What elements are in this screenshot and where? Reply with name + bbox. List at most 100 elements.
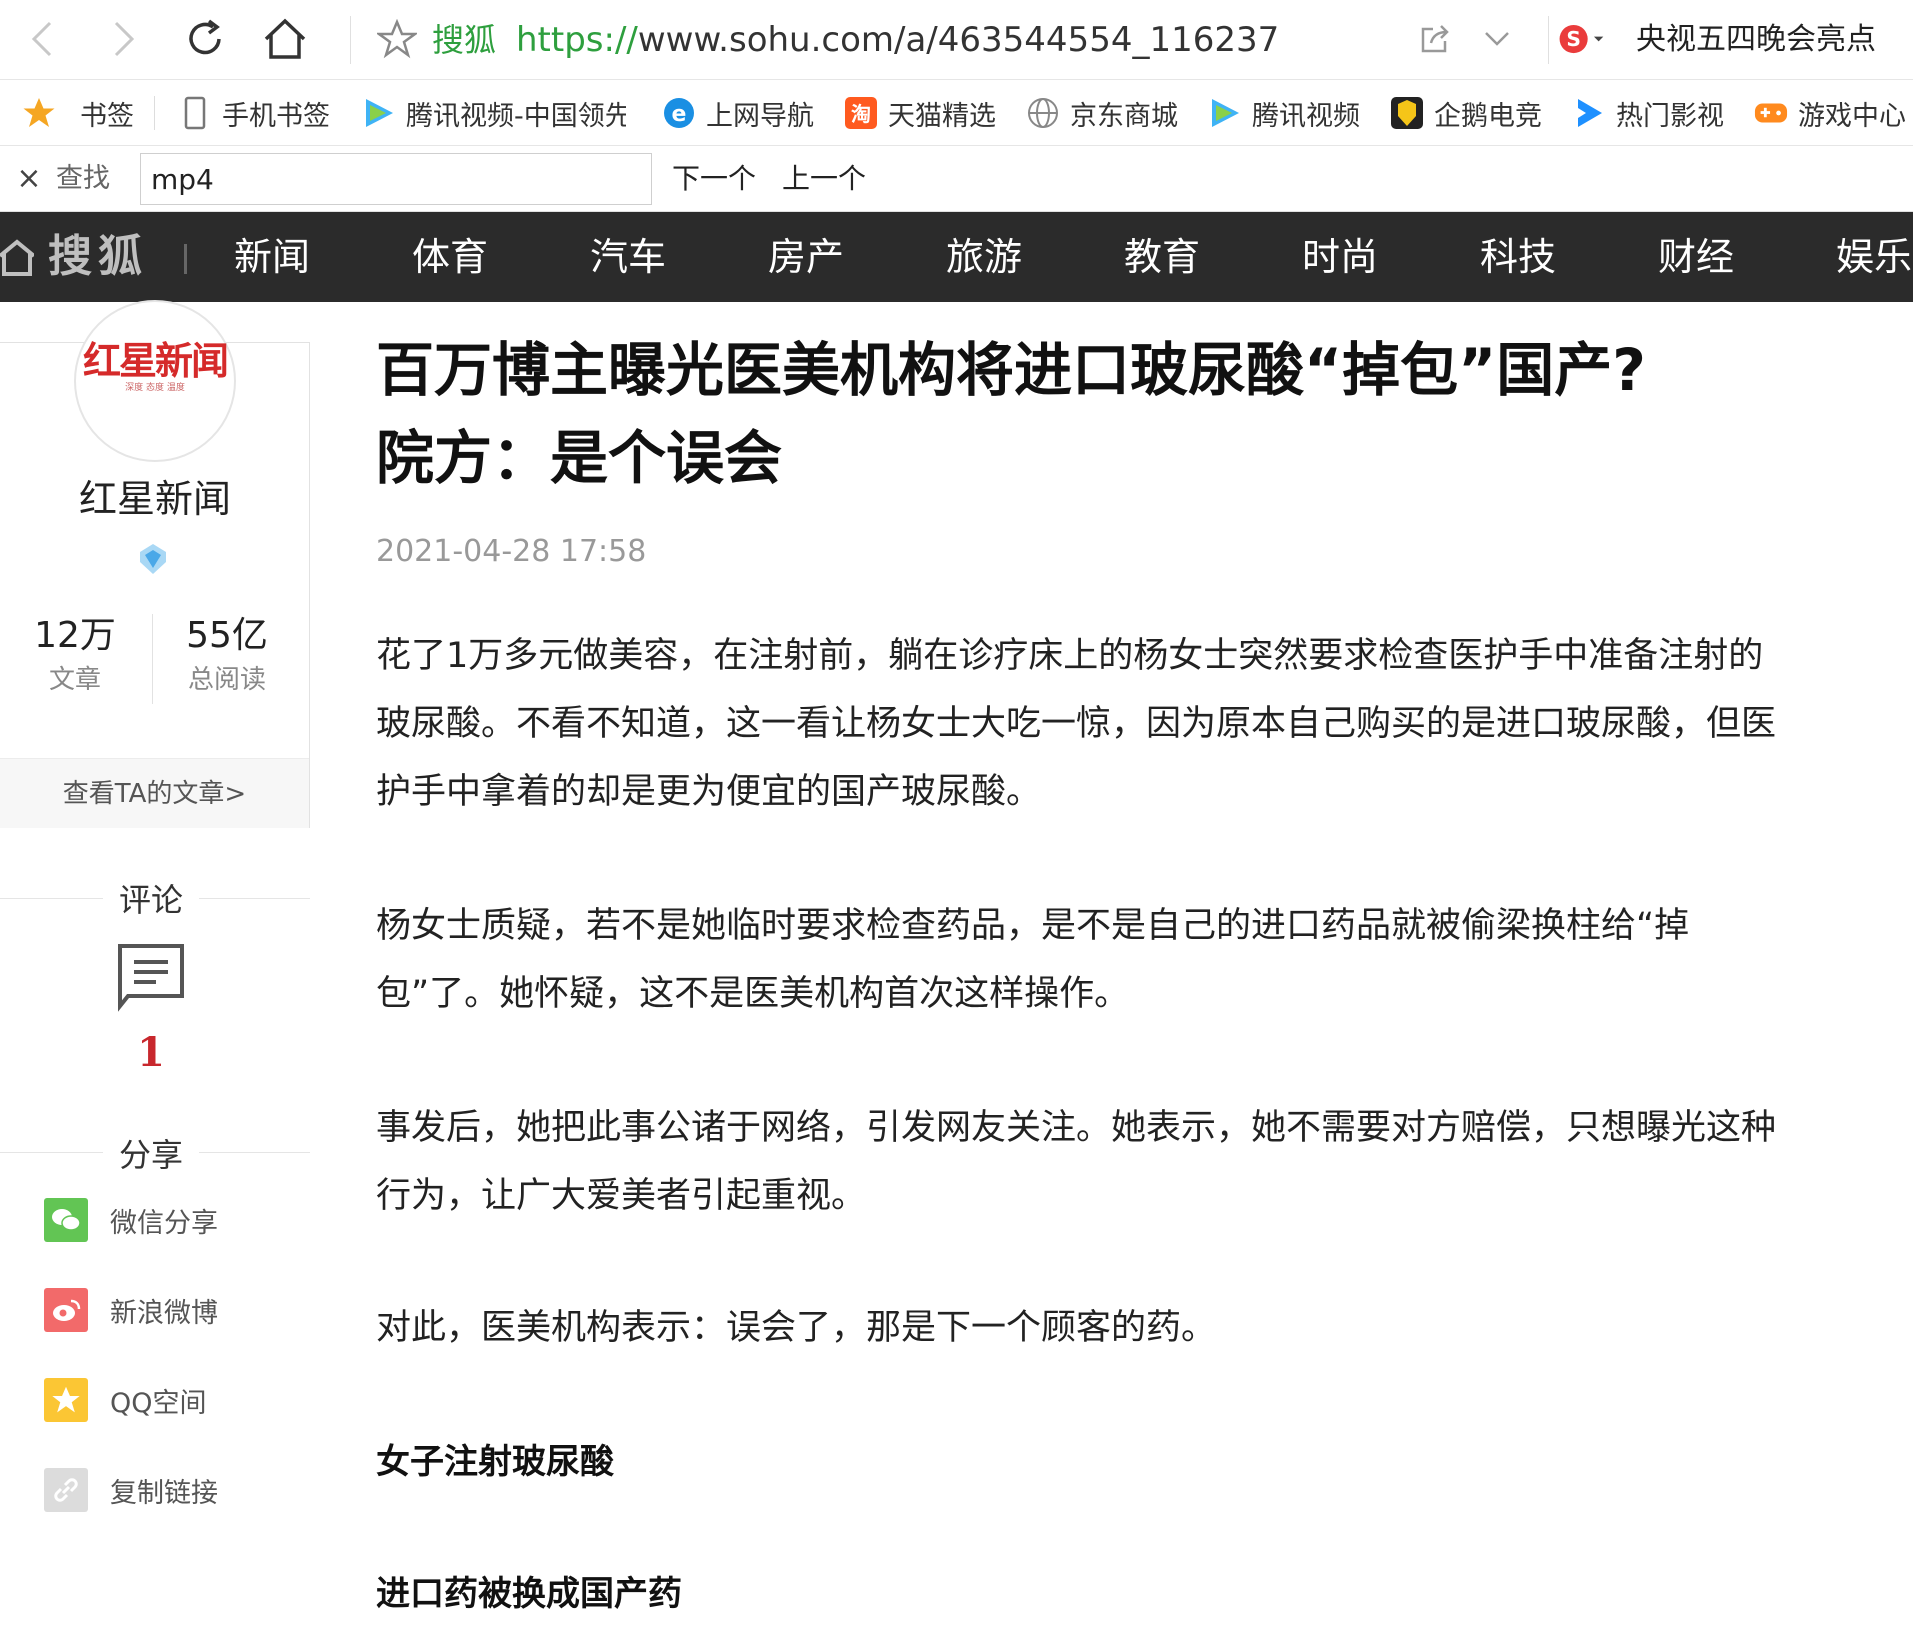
nav-divider (184, 244, 187, 274)
globe-icon (1026, 96, 1060, 130)
penguin-esports-icon (1390, 96, 1424, 130)
bookmark-item[interactable]: 京东商城 (1026, 93, 1178, 133)
bookmark-item[interactable]: 游戏中心 (1754, 93, 1906, 133)
comments-title: 评论 (0, 880, 302, 920)
bookmark-item[interactable]: 企鹅电竞 (1390, 93, 1542, 133)
gamepad-icon (1754, 96, 1788, 130)
bookmark-label: 企鹅电竞 (1434, 100, 1542, 132)
bookmark-label: 天猫精选 (888, 100, 996, 132)
bookmark-separator (154, 96, 155, 130)
nav-item-education[interactable]: 教育 (1124, 232, 1200, 282)
nav-item-realestate[interactable]: 房产 (768, 232, 844, 282)
article-title-line-2: 院方：是个误会 (376, 424, 783, 492)
copy-link-label: 复制链接 (110, 1477, 218, 1509)
nav-item-tech[interactable]: 科技 (1480, 232, 1556, 282)
forward-button[interactable] (98, 14, 148, 64)
sogou-logo-icon: S (1559, 24, 1604, 54)
nav-item-fashion[interactable]: 时尚 (1302, 232, 1378, 282)
toolbar-separator (1548, 16, 1549, 64)
url-protocol: https:// (516, 20, 638, 60)
nav-item-entertainment[interactable]: 娱乐 (1836, 232, 1912, 282)
comment-icon[interactable] (116, 942, 186, 1012)
hot-search-text[interactable]: 央视五四晚会亮点 (1636, 20, 1876, 60)
svg-text:S: S (1566, 27, 1581, 51)
bookmark-item[interactable]: 腾讯视频 (1208, 93, 1360, 133)
find-input[interactable] (140, 153, 652, 205)
bookmark-item[interactable]: 淘 天猫精选 (844, 93, 996, 133)
stat-articles: 12万 文章 (0, 614, 150, 698)
site-name-label: 搜狐 (432, 21, 497, 59)
article-subheading-1: 女子注射玻尿酸 (376, 1442, 614, 1482)
copy-link-button[interactable]: 复制链接 (44, 1466, 218, 1514)
bookmark-item[interactable]: 腾讯视频-中国领先 (362, 93, 626, 133)
share-page-button[interactable] (1410, 14, 1460, 64)
stat-reads-number: 55亿 (186, 615, 268, 656)
weibo-icon (44, 1288, 88, 1332)
bookmarks-bar: 书签 手机书签 腾讯视频-中国领先 e 上网导航 淘 天猫精选 京东商城 腾讯视… (0, 80, 1913, 146)
sohu-logo[interactable]: 搜狐 (48, 230, 148, 284)
url-dropdown-button[interactable] (1472, 14, 1522, 64)
author-name[interactable]: 红星新闻 (0, 476, 310, 522)
back-arrow-icon (31, 21, 52, 57)
home-button[interactable] (260, 14, 310, 64)
share-wechat-button[interactable]: 微信分享 (44, 1196, 218, 1244)
avatar[interactable]: 红星新闻 深度 态度 温度 (74, 300, 236, 462)
site-nav: 搜狐 新闻 体育 汽车 房产 旅游 教育 时尚 科技 财经 娱乐 (0, 212, 1913, 302)
url-field[interactable]: https://www.sohu.com/a/463544554_116237 (516, 20, 1279, 60)
toolbar-separator (350, 16, 351, 64)
bookmark-label: 上网导航 (706, 100, 814, 132)
nav-item-travel[interactable]: 旅游 (946, 232, 1022, 282)
address-bar: 搜狐 https://www.sohu.com/a/463544554_1162… (0, 0, 1913, 80)
bookmark-item[interactable]: 书签 (22, 93, 134, 133)
svg-text:e: e (672, 102, 687, 127)
reload-icon (189, 19, 221, 55)
stat-reads: 55亿 总阅读 (152, 614, 302, 698)
nav-item-news[interactable]: 新闻 (234, 232, 310, 282)
stat-articles-number: 12万 (34, 615, 116, 656)
bookmark-item[interactable]: 手机书签 (178, 93, 330, 133)
comments-title-text: 评论 (102, 881, 199, 919)
bookmark-label: 书签 (80, 100, 134, 132)
article-paragraph-1-line-2: 玻尿酸。不看不知道，这一看让杨女士大吃一惊，因为原本自己购买的是进口玻尿酸，但医 (376, 704, 1777, 744)
search-engine-button[interactable]: S (1558, 14, 1608, 64)
article-paragraph-2-line-1: 杨女士质疑，若不是她临时要求检查药品，是不是自己的进口药品就被偷梁换柱给“掉 (376, 906, 1690, 946)
star-outline-icon (377, 19, 417, 59)
bookmark-item[interactable]: 热门影视 (1572, 93, 1724, 133)
tmall-icon: 淘 (844, 96, 878, 130)
stat-reads-caption: 总阅读 (187, 665, 266, 695)
article-header: 百万博主曝光医美机构将进口玻尿酸“掉包”国产? 院方：是个误会 (376, 326, 1856, 502)
forward-arrow-icon (114, 21, 135, 57)
avatar-logo-text: 红星新闻 (82, 338, 229, 383)
bookmark-item[interactable]: e 上网导航 (662, 93, 814, 133)
home-icon[interactable] (0, 234, 34, 280)
bookmark-label: 热门影视 (1616, 100, 1724, 132)
nav-item-finance[interactable]: 财经 (1658, 232, 1734, 282)
back-button[interactable] (18, 14, 68, 64)
share-qzone-label: QQ空间 (110, 1387, 207, 1419)
article-paragraph-3-line-2: 行为，让广大爱美者引起重视。 (376, 1176, 867, 1216)
view-author-articles-link[interactable]: 查看TA的文章> (0, 758, 309, 828)
comment-count[interactable]: 1 (0, 1030, 302, 1076)
tencent-video-icon (362, 96, 396, 130)
share-qzone-button[interactable]: QQ空间 (44, 1376, 207, 1424)
bookmark-label: 手机书签 (222, 100, 330, 132)
nav-item-auto[interactable]: 汽车 (590, 232, 666, 282)
close-icon[interactable]: × (12, 162, 46, 196)
chevron-down-icon (1485, 32, 1509, 46)
article-date: 2021-04-28 17:58 (376, 534, 647, 569)
verified-badge-icon (140, 544, 166, 574)
reload-button[interactable] (180, 14, 230, 64)
bookmark-star-button[interactable] (372, 14, 422, 64)
find-next-button[interactable]: 下一个 (672, 160, 756, 198)
nav-item-sports[interactable]: 体育 (412, 232, 488, 282)
phone-icon (178, 96, 212, 130)
bookmark-label: 京东商城 (1070, 100, 1178, 132)
share-out-icon (1421, 25, 1449, 53)
find-label: 查找 (56, 163, 110, 194)
share-wechat-label: 微信分享 (110, 1207, 218, 1239)
share-weibo-button[interactable]: 新浪微博 (44, 1286, 218, 1334)
article-paragraph-4-line-1: 对此，医美机构表示：误会了，那是下一个顾客的药。 (376, 1308, 1217, 1348)
wechat-icon (44, 1198, 88, 1242)
find-prev-button[interactable]: 上一个 (782, 160, 866, 198)
qzone-star-icon (44, 1378, 88, 1422)
